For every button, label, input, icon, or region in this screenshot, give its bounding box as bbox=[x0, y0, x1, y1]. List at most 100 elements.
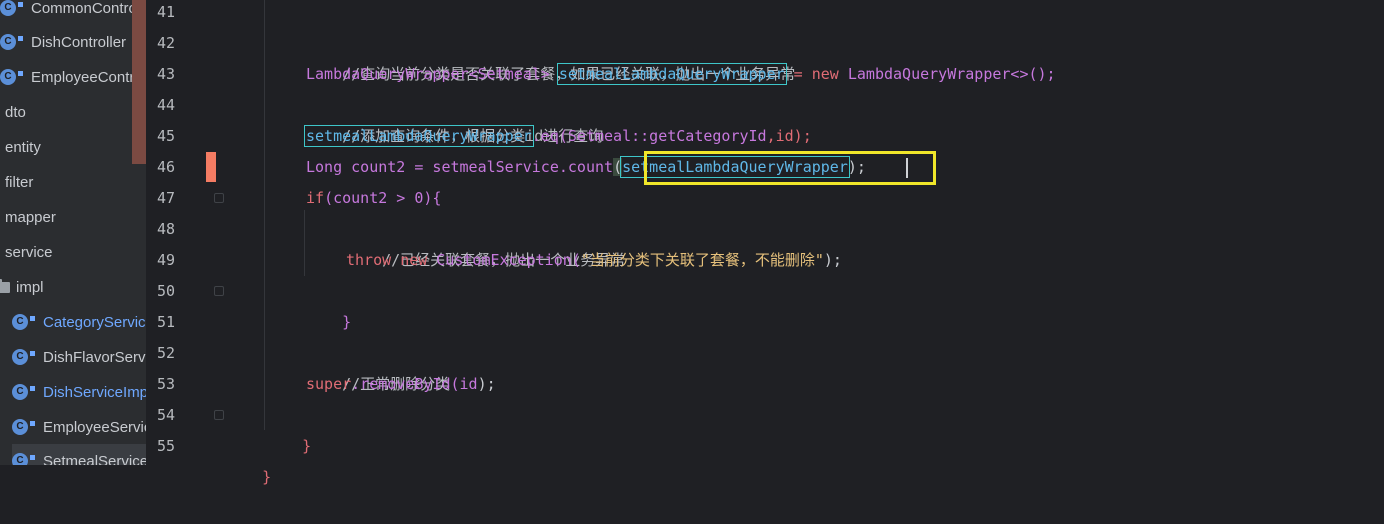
tree-item-label: CategoryServiceImpl bbox=[43, 313, 146, 331]
tree-item-dish-controller[interactable]: C DishController bbox=[0, 25, 126, 59]
keyword-new: new bbox=[811, 65, 839, 83]
code-line-43[interactable]: LambdaQueryWrapper<Setmeal> setmealLambd… bbox=[306, 59, 1056, 90]
line-number: 52 bbox=[156, 344, 176, 362]
keyword-throw: throw bbox=[346, 251, 392, 269]
line-number: 41 bbox=[156, 3, 176, 21]
tree-item-category-service-impl[interactable]: C CategoryServiceImpl bbox=[12, 305, 146, 339]
tree-item-service[interactable]: service bbox=[0, 235, 53, 269]
tree-item-label: EmployeeServiceImpl bbox=[43, 418, 146, 436]
code-line-54[interactable]: } bbox=[266, 400, 311, 455]
code-line-44[interactable]: //添加查询条件，根据分类id进行查询 bbox=[306, 90, 603, 145]
argument: ,id); bbox=[766, 127, 812, 145]
text-caret bbox=[906, 158, 908, 178]
tree-item-label: dto bbox=[5, 103, 26, 121]
line-number: 47 bbox=[156, 189, 176, 207]
string-literal: "当前分类下关联了套餐，不能删除" bbox=[580, 251, 824, 269]
indent-guide bbox=[264, 0, 265, 430]
class-icon: C bbox=[0, 0, 16, 16]
tree-item-entity[interactable]: entity bbox=[0, 130, 41, 164]
code-line-50[interactable]: } bbox=[306, 276, 351, 331]
code-line-53[interactable]: super.removeById(id); bbox=[306, 369, 496, 400]
badge-icon bbox=[30, 315, 35, 321]
keyword-new: new bbox=[400, 251, 428, 269]
annotation-highlight-box bbox=[644, 151, 936, 185]
tree-item-employee-service-impl[interactable]: C EmployeeServiceImpl bbox=[12, 410, 146, 444]
badge-icon bbox=[18, 35, 23, 41]
code-line-48[interactable]: //已经关联套餐，抛出一个业务异常 bbox=[346, 214, 625, 269]
method-call: .eq( bbox=[531, 127, 568, 145]
line-number: 53 bbox=[156, 375, 176, 393]
change-marker[interactable] bbox=[206, 152, 216, 182]
tree-item-dish-service-impl[interactable]: C DishServiceImpl bbox=[12, 375, 146, 409]
tree-item-common-controller[interactable]: C CommonController bbox=[0, 0, 146, 25]
class-name: CustomException( bbox=[427, 251, 581, 269]
tree-item-dto[interactable]: dto bbox=[0, 95, 26, 129]
tree-item-label: DishController bbox=[31, 33, 127, 51]
tree-item-label: DishServiceImpl bbox=[43, 383, 146, 401]
tree-item-label: service bbox=[5, 243, 53, 261]
line-number: 48 bbox=[156, 220, 176, 238]
line-number: 44 bbox=[156, 96, 176, 114]
line-number-gutter: 41 42 43 44 45 46 47 48 49 50 51 52 53 5… bbox=[146, 0, 214, 465]
paren-open: ( bbox=[613, 158, 623, 176]
punctuation: ); bbox=[823, 251, 842, 269]
class-icon: C bbox=[12, 349, 28, 365]
constructor-call: LambdaQueryWrapper<>(); bbox=[838, 65, 1056, 83]
line-number: 45 bbox=[156, 127, 176, 145]
line-number: 43 bbox=[156, 65, 176, 83]
variable-assign: count2 = setmealService. bbox=[342, 158, 568, 176]
tree-item-impl[interactable]: impl bbox=[0, 270, 44, 304]
tree-item-label: entity bbox=[5, 138, 41, 156]
badge-icon bbox=[30, 420, 35, 426]
line-number: 42 bbox=[156, 34, 176, 52]
class-icon: C bbox=[0, 69, 16, 85]
brace: } bbox=[342, 313, 352, 331]
tree-item-setmeal-service-impl[interactable]: C SetmealServiceImpl bbox=[12, 444, 146, 465]
code-line-55[interactable]: } bbox=[226, 431, 271, 486]
operator: = bbox=[784, 65, 812, 83]
method-reference: Setmeal::getCategoryId bbox=[567, 127, 767, 145]
generic-type: <Setmeal> bbox=[468, 65, 550, 83]
class-icon: C bbox=[12, 453, 28, 465]
folder-icon bbox=[0, 278, 10, 293]
tree-item-label: filter bbox=[5, 173, 34, 191]
badge-icon bbox=[30, 385, 35, 391]
line-number: 55 bbox=[156, 437, 176, 455]
tree-item-employee-controller[interactable]: C EmployeeController bbox=[0, 60, 146, 94]
code-line-49[interactable]: throw new CustomException("当前分类下关联了套餐，不能… bbox=[346, 245, 842, 276]
code-line-45[interactable]: setmealLambdaQueryWrapper.eq(Setmeal::ge… bbox=[304, 121, 812, 152]
type-name: Long bbox=[306, 158, 343, 176]
code-editor[interactable]: //查询当前分类是否关联了套餐，如果已经关联，抛出一个业务异常 LambdaQu… bbox=[216, 0, 1384, 486]
code-line-47[interactable]: if(count2 > 0){ bbox=[306, 183, 441, 214]
variable-usage-highlight[interactable]: setmealLambdaQueryWrapper bbox=[556, 63, 787, 85]
class-icon: C bbox=[0, 34, 16, 50]
tree-item-label: DishFlavorServiceImpl bbox=[43, 348, 146, 366]
code-line-52[interactable]: //正常删除分类 bbox=[306, 338, 450, 393]
class-icon: C bbox=[12, 419, 28, 435]
keyword-super: super bbox=[306, 375, 352, 393]
tree-item-label: impl bbox=[16, 278, 44, 296]
tree-item-dish-flavor-service-impl[interactable]: C DishFlavorServiceImpl bbox=[12, 340, 146, 374]
class-icon: C bbox=[12, 384, 28, 400]
type-name: LambdaQueryWrapper bbox=[306, 65, 469, 83]
condition: (count2 > 0){ bbox=[324, 189, 442, 207]
code-line-42[interactable]: //查询当前分类是否关联了套餐，如果已经关联，抛出一个业务异常 bbox=[306, 28, 795, 83]
line-number: 46 bbox=[156, 158, 176, 176]
line-number: 54 bbox=[156, 406, 176, 424]
sidebar-scrollbar[interactable] bbox=[132, 0, 146, 164]
tree-item-mapper[interactable]: mapper bbox=[0, 200, 56, 234]
tree-item-label: EmployeeController bbox=[31, 68, 146, 86]
badge-icon bbox=[18, 70, 23, 76]
tree-item-filter[interactable]: filter bbox=[0, 165, 33, 199]
argument: id bbox=[459, 375, 478, 393]
method-call: .removeById( bbox=[351, 375, 460, 393]
brace: } bbox=[302, 437, 312, 455]
brace: } bbox=[262, 468, 272, 486]
variable-usage-highlight[interactable]: setmealLambdaQueryWrapper bbox=[304, 125, 534, 147]
keyword-if: if bbox=[306, 189, 325, 207]
tree-item-label: SetmealServiceImpl bbox=[43, 452, 146, 466]
badge-icon bbox=[18, 1, 23, 7]
line-number: 50 bbox=[156, 282, 176, 300]
tree-item-label: CommonController bbox=[31, 0, 146, 17]
project-tree[interactable]: C CommonController C DishController C Em… bbox=[0, 0, 146, 465]
